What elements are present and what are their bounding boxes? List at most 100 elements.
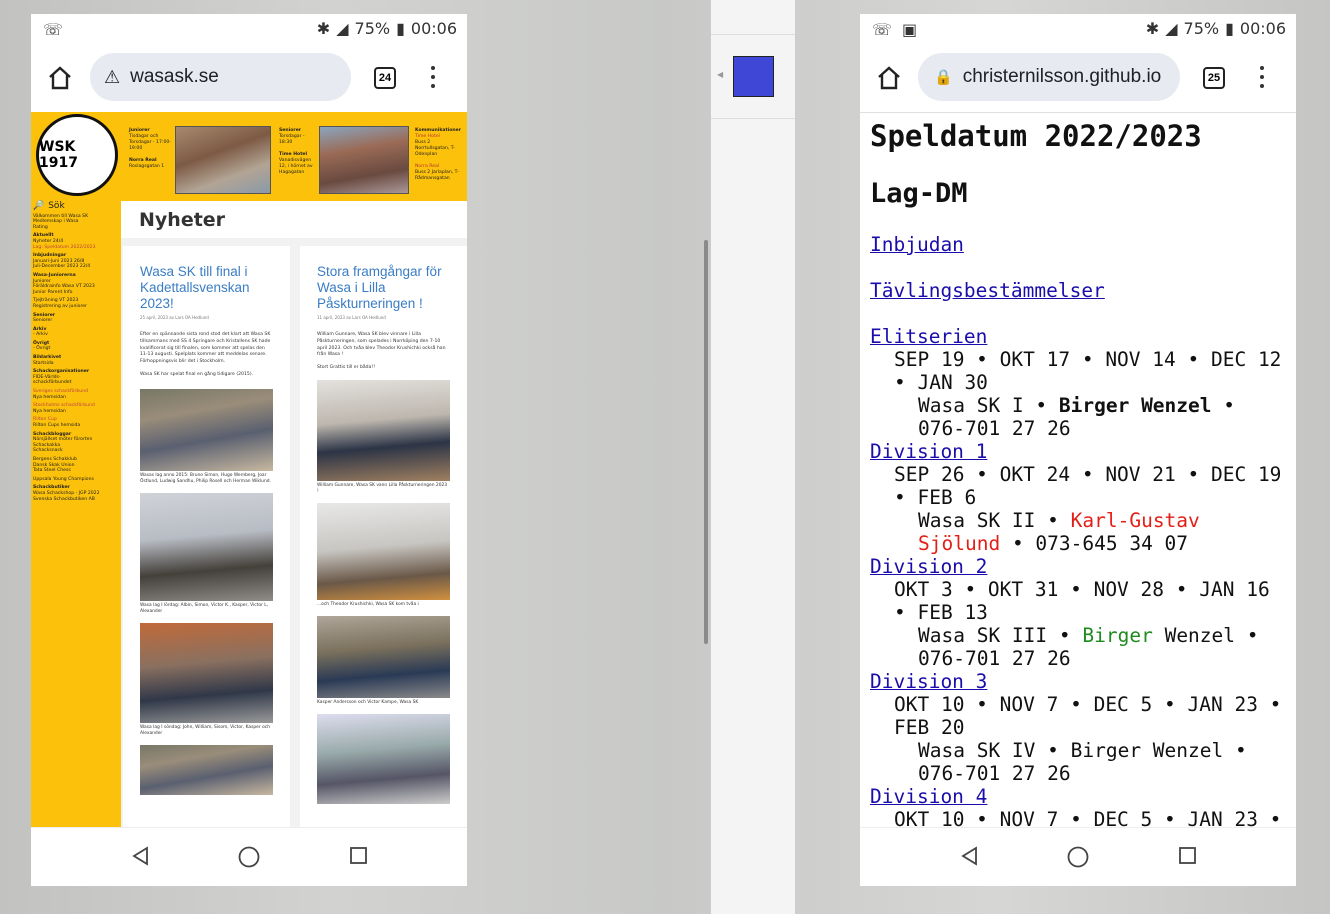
- sidebar-link[interactable]: Tata Steel Chess: [33, 468, 119, 474]
- right-phone-window: ☏ ▣ ✱ ◢ 75% ▮ 00:06 🔒 christernilsson.gi…: [860, 14, 1296, 886]
- kasper-victor-photo[interactable]: [317, 615, 450, 698]
- division-link-2[interactable]: Division 2: [870, 555, 1296, 578]
- color-swatch-button[interactable]: [733, 56, 774, 97]
- address-bar[interactable]: 🔒 christernilsson.github.io: [918, 53, 1180, 101]
- back-icon[interactable]: [131, 846, 151, 866]
- theodor-photo[interactable]: [317, 502, 450, 600]
- collapse-arrow-icon[interactable]: ◀: [717, 70, 723, 79]
- division-link-4[interactable]: Division 4: [870, 785, 1296, 808]
- club-logo[interactable]: WSK 1917: [36, 114, 118, 196]
- battery-icon: ▮: [396, 19, 405, 38]
- inbjudan-link[interactable]: Inbjudan: [870, 233, 1296, 256]
- post-paragraph: William Gunnare, Wasa SK blev vinnare i …: [317, 332, 446, 358]
- site-search[interactable]: 🔎 Sök: [33, 201, 119, 211]
- recents-icon[interactable]: [349, 846, 369, 866]
- clock: 00:06: [410, 19, 457, 38]
- back-icon[interactable]: [960, 846, 980, 866]
- sidebar-section: Rilton Cup Rilton Cups hemsida: [33, 417, 119, 428]
- tournament-hall-photo[interactable]: [317, 713, 450, 804]
- division-dates: SEP 26 • OKT 24 • NOV 21 • DEC 19 • FEB …: [894, 463, 1282, 509]
- sidebar-link[interactable]: Rilton Cups hemsida: [33, 423, 119, 429]
- sidebar-link[interactable]: Junior Parent Info: [33, 290, 119, 296]
- team-photo-saturday[interactable]: [140, 492, 273, 601]
- battery-percent: 75%: [354, 19, 391, 38]
- post-title-link[interactable]: Wasa SK till final i Kadettallsvenskan 2…: [140, 264, 273, 312]
- image-icon: ▣: [902, 20, 918, 39]
- sidebar-link[interactable]: Rating: [33, 225, 119, 231]
- url-text: wasask.se: [130, 66, 219, 87]
- sidebar-link[interactable]: Svenska Schackbutiken AB: [33, 497, 119, 503]
- sidebar-link[interactable]: - Arkiv: [33, 332, 119, 338]
- browser-toolbar: 🔒 christernilsson.github.io 25: [860, 44, 1296, 112]
- banner-juniorer: Juniorer Tisdagar och Torsdagar - 17:00-1…: [129, 128, 171, 169]
- team-photo-sunday[interactable]: [140, 622, 273, 723]
- banner-kommunikationer: Kommunikationer Time Hotel Buss 2 Norrtull…: [415, 128, 462, 181]
- home-icon[interactable]: [876, 66, 902, 90]
- warning-icon: ⚠: [104, 66, 121, 87]
- address-bar[interactable]: ⚠ wasask.se: [90, 53, 351, 101]
- post-title-link[interactable]: Stora framgångar för Wasa i Lilla Påsktu…: [317, 264, 450, 312]
- wifi-icon: ◢: [1165, 19, 1178, 38]
- division-link-elitserien[interactable]: Elitserien: [870, 325, 1296, 348]
- home-icon[interactable]: [47, 66, 73, 90]
- scrollbar[interactable]: [704, 240, 708, 644]
- photo-caption: Wasa lag I lördag: Albin, Simon, Victor …: [140, 602, 269, 614]
- sidebar-link[interactable]: Nya hemsidan: [33, 395, 119, 401]
- division-dates: SEP 19 • OKT 17 • NOV 14 • DEC 12 • JAN …: [894, 348, 1282, 394]
- post-paragraph: Wasa SK har spelat final en gång tidigar…: [140, 371, 254, 377]
- sidebar-section: Schackorganisationer FIDE-Världs-schackfö…: [33, 369, 119, 386]
- tab-switcher-button[interactable]: 25: [1203, 67, 1225, 89]
- banner-seniorer: Seniorer Torsdagar - 18:30 Time Hotel Vanad…: [279, 128, 313, 175]
- missed-call-icon: ☏: [43, 20, 64, 39]
- wifi-icon: ◢: [336, 19, 349, 38]
- clock: 00:06: [1239, 19, 1286, 38]
- section-title: Nyheter: [121, 201, 467, 238]
- sidebar-link[interactable]: schackförbundet: [33, 380, 119, 386]
- search-icon: 🔎: [33, 201, 45, 211]
- post-kadettallsvenskan: Wasa SK till final i Kadettallsvenskan 2…: [123, 246, 290, 827]
- division-link-3[interactable]: Division 3: [870, 670, 1296, 693]
- sidebar-link[interactable]: - Övrigt: [33, 346, 119, 352]
- site-sidebar: 🔎 Sök Välkommen till Wasa SK Medlemskap i …: [31, 201, 121, 827]
- team-contact: Wasa SK I • Birger Wenzel • 076-701 27 2…: [918, 394, 1236, 440]
- tavlingsbestammelser-link[interactable]: Tävlingsbestämmelser: [870, 279, 1296, 302]
- team-contact: Wasa SK IV • Birger Wenzel • 076-701 27 …: [918, 739, 1247, 785]
- recents-icon[interactable]: [1178, 846, 1198, 866]
- home-nav-icon[interactable]: [1067, 846, 1089, 868]
- missed-call-icon: ☏: [872, 20, 893, 39]
- sidebar-link[interactable]: Schacksnack: [33, 448, 119, 454]
- william-photo[interactable]: [317, 379, 450, 481]
- speldatum-page: Speldatum 2022/2023 Lag-DM Inbjudan Tävl…: [860, 112, 1296, 827]
- url-text: christernilsson.github.io: [962, 66, 1162, 87]
- home-nav-icon[interactable]: [238, 846, 260, 868]
- lock-icon: 🔒: [934, 69, 953, 86]
- browser-toolbar: ⚠ wasask.se 24: [31, 44, 467, 112]
- division-dates: OKT 10 • NOV 7 • DEC 5 • JAN 23 •: [894, 808, 1282, 827]
- sidebar-section: Aktuellt Nyheter 24/4 Lag: Speldatum 2022/…: [33, 233, 119, 250]
- team-contact: Wasa SK III • Birger Wenzel • 076-701 27…: [918, 624, 1259, 670]
- photo-caption: Kasper Andersson och Victor Kampe, Wasa …: [317, 699, 419, 705]
- sidebar-link[interactable]: Startsida: [33, 361, 119, 367]
- team-photo-extra[interactable]: [140, 744, 273, 795]
- sidebar-section: Seniorer Seniorer: [33, 313, 119, 324]
- sidebar-intro: Välkommen till Wasa SK Medlemskap i Wasa R…: [33, 214, 119, 231]
- site-banner: WSK 1917 Juniorer Tisdagar och Torsdagar …: [31, 112, 467, 201]
- sidebar-link[interactable]: Nya hemsidan: [33, 409, 119, 415]
- more-menu-icon[interactable]: [431, 66, 435, 93]
- sidebar-link[interactable]: Registrering av juniorer: [33, 304, 119, 310]
- norra-real-photo: [175, 126, 271, 194]
- battery-icon: ▮: [1225, 19, 1234, 38]
- more-menu-icon[interactable]: [1260, 66, 1264, 93]
- bluetooth-icon: ✱: [1145, 19, 1160, 38]
- sidebar-link[interactable]: Uppsala Young Champions: [33, 477, 119, 483]
- bluetooth-icon: ✱: [316, 19, 331, 38]
- time-hotel-photo: [319, 126, 409, 194]
- status-bar: ☏ ✱ ◢ 75% ▮ 00:06: [31, 14, 467, 44]
- division-link-1[interactable]: Division 1: [870, 440, 1296, 463]
- tab-switcher-button[interactable]: 24: [374, 67, 396, 89]
- sidebar-link[interactable]: Seniorer: [33, 318, 119, 324]
- sidebar-link[interactable]: Juli-December 2023 22/4: [33, 264, 119, 270]
- sidebar-link[interactable]: Lag: Speldatum 2022/2023: [33, 245, 119, 251]
- team-photo-2015[interactable]: [140, 388, 273, 471]
- sidebar-section: Bergens Schakklub Dansk Skak Union Tata St…: [33, 457, 119, 474]
